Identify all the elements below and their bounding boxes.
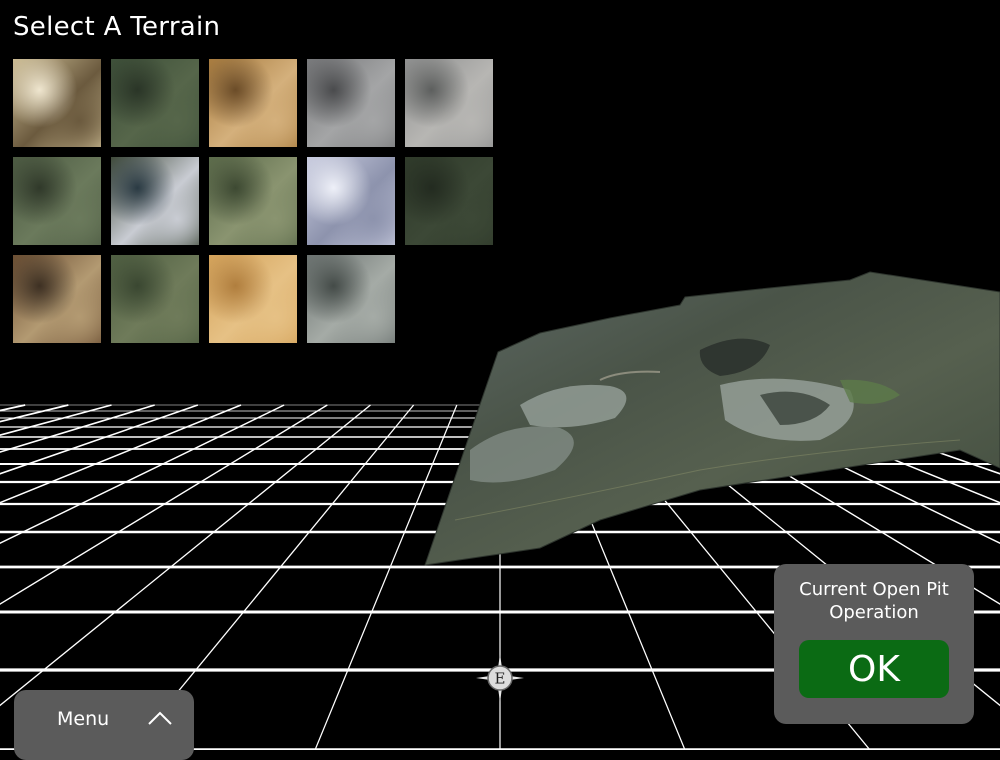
current-terrain-name: Current Open Pit Operation	[774, 578, 974, 624]
compass[interactable]: E	[474, 652, 526, 704]
compass-icon: E	[474, 652, 526, 704]
terrain-desert-riverbed[interactable]	[13, 59, 101, 147]
terrain-coastline[interactable]	[13, 255, 101, 343]
terrain-urban-gray[interactable]	[307, 59, 395, 147]
terrain-snow-mountains[interactable]	[307, 157, 395, 245]
current-terrain-panel: Current Open Pit Operation OK	[774, 564, 974, 724]
chevron-up-icon	[146, 708, 174, 728]
terrain-river-city[interactable]	[111, 157, 199, 245]
page-title: Select A Terrain	[13, 12, 220, 42]
current-terrain-line1: Current Open Pit	[774, 578, 974, 601]
menu-label: Menu	[57, 708, 109, 730]
current-terrain-line2: Operation	[774, 601, 974, 624]
terrain-sand-dunes[interactable]	[209, 255, 297, 343]
grid-line	[315, 405, 457, 750]
terrain-mixed-scrub[interactable]	[111, 255, 199, 343]
terrain-city-grid[interactable]	[405, 59, 493, 147]
terrain-surface[interactable]	[425, 272, 1000, 565]
ok-button[interactable]: OK	[799, 640, 949, 698]
terrain-green-hills[interactable]	[111, 59, 199, 147]
compass-direction-letter: E	[495, 670, 506, 688]
terrain-green-valley[interactable]	[13, 157, 101, 245]
terrain-dark-forest[interactable]	[405, 157, 493, 245]
terrain-farmland[interactable]	[209, 157, 297, 245]
terrain-open-pit-mine[interactable]	[307, 255, 395, 343]
terrain-arid-canyon[interactable]	[209, 59, 297, 147]
